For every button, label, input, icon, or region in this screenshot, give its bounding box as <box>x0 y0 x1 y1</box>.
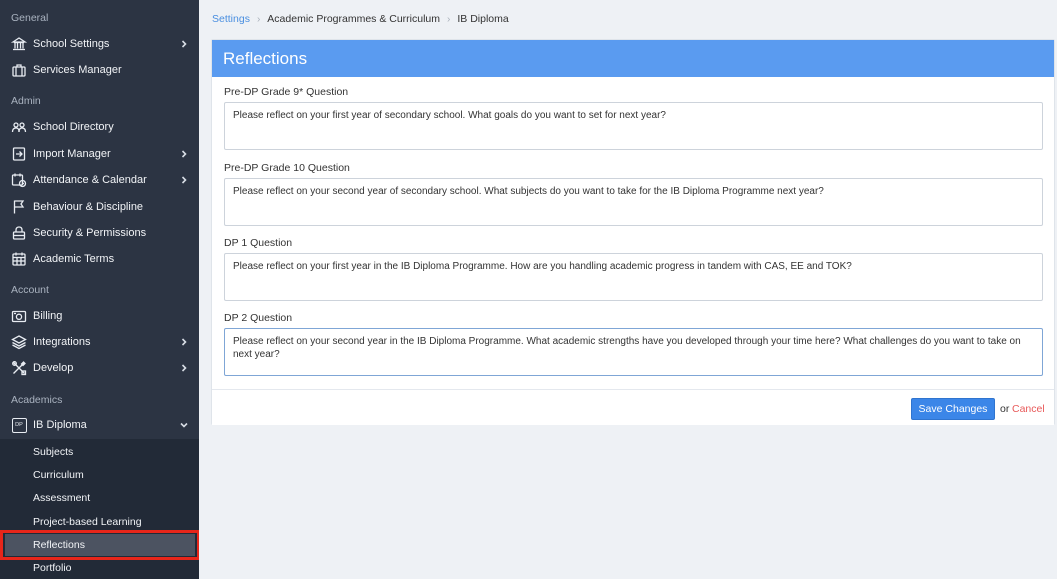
question-input-dp1[interactable]: Please reflect on your first year in the… <box>224 253 1043 301</box>
question-label-dp1: DP 1 Question <box>224 237 293 249</box>
question-label-dp2: DP 2 Question <box>224 312 293 324</box>
dp-badge-icon: DP <box>10 416 28 434</box>
subnav-item-label: Assessment <box>33 492 91 504</box>
cancel-link[interactable]: Cancel <box>1012 403 1045 415</box>
sidebar-item-develop[interactable]: Develop <box>0 356 199 380</box>
flag-icon <box>10 198 28 216</box>
question-label-grade10: Pre-DP Grade 10 Question <box>224 162 350 174</box>
question-input-dp2[interactable]: Please reflect on your second year in th… <box>224 328 1043 376</box>
sidebar-item-label: Academic Terms <box>33 253 115 265</box>
subnav-item-label: Reflections <box>33 539 85 551</box>
chevron-right-icon <box>178 38 190 50</box>
sidebar-item-billing[interactable]: Billing <box>0 304 199 328</box>
sidebar-item-label: IB Diploma <box>33 419 87 431</box>
building-icon <box>10 35 28 53</box>
panel-footer: Save Changes or Cancel <box>212 389 1054 425</box>
chevron-right-icon <box>178 148 190 160</box>
sidebar-item-label: Import Manager <box>33 148 111 160</box>
ib-diploma-submenu: Subjects Curriculum Assessment Project-b… <box>0 439 199 579</box>
subnav-item-assessment[interactable]: Assessment <box>0 487 199 509</box>
calendar-grid-icon <box>10 250 28 268</box>
save-button[interactable]: Save Changes <box>911 398 995 420</box>
sidebar-item-label: School Settings <box>33 38 110 50</box>
breadcrumb-separator-icon: › <box>447 13 451 25</box>
sidebar-item-security-permissions[interactable]: Security & Permissions <box>0 221 199 245</box>
subnav-item-portfolio[interactable]: Portfolio <box>0 557 199 579</box>
sidebar-item-label: Services Manager <box>33 64 122 76</box>
sidebar-item-label: Attendance & Calendar <box>33 174 147 186</box>
question-input-grade9[interactable]: Please reflect on your first year of sec… <box>224 102 1043 150</box>
sidebar-item-label: Develop <box>33 362 74 374</box>
subnav-item-label: Project-based Learning <box>33 516 142 528</box>
subnav-item-project-based-learning[interactable]: Project-based Learning <box>0 511 199 533</box>
breadcrumb-separator-icon: › <box>256 13 261 25</box>
question-label-grade9: Pre-DP Grade 9* Question <box>224 86 349 98</box>
reflections-panel: Reflections Pre-DP Grade 9* Question Ple… <box>211 39 1055 425</box>
sidebar-item-label: School Directory <box>33 121 114 133</box>
tools-icon <box>10 359 28 377</box>
sidebar-item-school-settings[interactable]: School Settings <box>0 32 199 56</box>
subnav-item-label: Subjects <box>33 446 74 458</box>
chevron-down-icon <box>178 419 190 431</box>
sidebar-item-services-manager[interactable]: Services Manager <box>0 58 199 82</box>
breadcrumb-settings-link[interactable]: Settings <box>212 13 250 25</box>
sidebar-item-academic-terms[interactable]: Academic Terms <box>0 247 199 271</box>
subnav-item-label: Curriculum <box>33 469 84 481</box>
chevron-right-icon <box>178 336 190 348</box>
section-header-account: Account <box>11 284 49 296</box>
people-icon <box>10 118 28 136</box>
sidebar-item-label: Security & Permissions <box>33 227 147 239</box>
briefcase-icon <box>10 61 28 79</box>
camera-card-icon <box>10 307 28 325</box>
import-icon <box>10 145 28 163</box>
layers-icon <box>10 333 28 351</box>
section-header-academics: Academics <box>11 394 63 406</box>
chevron-right-icon <box>178 362 190 374</box>
subnav-item-reflections[interactable]: Reflections <box>5 534 195 556</box>
sidebar-item-attendance-calendar[interactable]: Attendance & Calendar <box>0 168 199 192</box>
or-text: or <box>1000 403 1010 415</box>
sidebar-item-import-manager[interactable]: Import Manager <box>0 142 199 166</box>
subnav-item-subjects[interactable]: Subjects <box>0 441 199 463</box>
sidebar-item-label: Billing <box>33 310 63 322</box>
chevron-right-icon <box>178 174 190 186</box>
panel-title: Reflections <box>212 40 1054 77</box>
lock-icon <box>10 224 28 242</box>
sidebar: General School Settings Services Manager… <box>0 0 199 579</box>
breadcrumb: Settings › Academic Programmes & Curricu… <box>212 12 509 26</box>
sidebar-item-ib-diploma[interactable]: DP IB Diploma <box>0 413 199 437</box>
subnav-item-label: Portfolio <box>33 562 72 574</box>
sidebar-item-label: Integrations <box>33 336 91 348</box>
section-header-admin: Admin <box>11 95 41 107</box>
section-header-general: General <box>11 12 49 24</box>
sidebar-item-school-directory[interactable]: School Directory <box>0 115 199 139</box>
sidebar-item-behaviour-discipline[interactable]: Behaviour & Discipline <box>0 195 199 219</box>
sidebar-item-label: Behaviour & Discipline <box>33 201 144 213</box>
question-input-grade10[interactable]: Please reflect on your second year of se… <box>224 178 1043 226</box>
breadcrumb-academic-link[interactable]: Academic Programmes & Curriculum <box>267 13 440 25</box>
breadcrumb-current: IB Diploma <box>457 13 509 25</box>
sidebar-item-integrations[interactable]: Integrations <box>0 330 199 354</box>
calendar-clock-icon <box>10 171 28 189</box>
subnav-item-curriculum[interactable]: Curriculum <box>0 464 199 486</box>
